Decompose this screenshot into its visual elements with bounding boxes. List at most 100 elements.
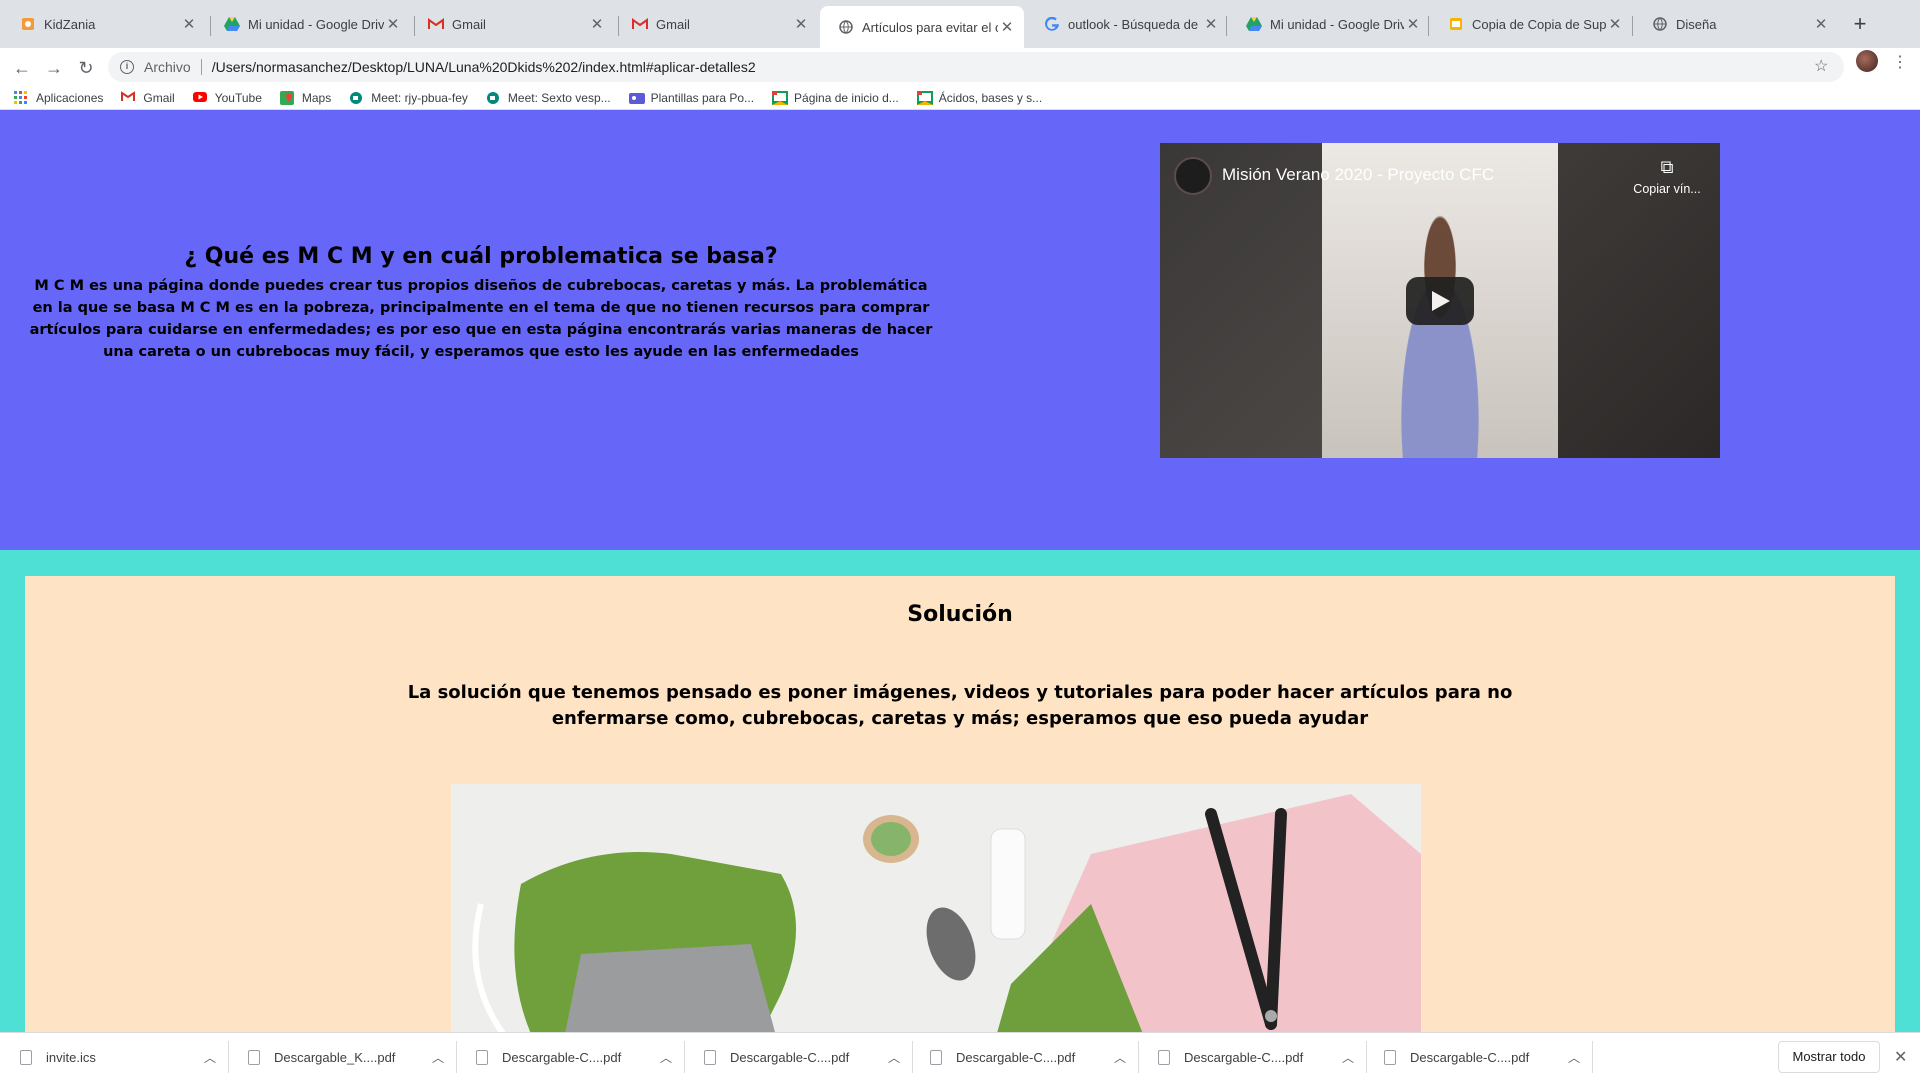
solution-card: Solución La solución que tenemos pensado… [25,576,1895,1032]
close-downloads-icon[interactable]: ✕ [1894,1047,1907,1067]
bookmark-star-icon[interactable]: ☆ [1814,56,1828,76]
chevron-up-icon[interactable]: ︿ [204,1049,216,1066]
close-tab-icon[interactable]: ✕ [1404,15,1422,33]
download-item[interactable]: Descargable-C....pdf ︿ [1384,1033,1580,1081]
channel-avatar[interactable] [1174,157,1212,195]
bookmark-label: Gmail [143,90,175,105]
template-icon [628,91,645,105]
meet-icon [349,91,363,105]
google-drive-icon [1246,16,1262,32]
address-bar[interactable]: i Archivo /Users/normasanchez/Desktop/LU… [108,52,1844,82]
solution-body: La solución que tenemos pensado es poner… [407,682,1513,729]
video-title[interactable]: Misión Verano 2020 - Proyecto CFC [1222,165,1494,185]
bookmark-gmail[interactable]: Gmail [121,90,175,105]
tab-title: Mi unidad - Google Drive [1270,16,1404,32]
globe-icon [838,19,854,35]
new-tab-button[interactable]: + [1846,10,1874,38]
copy-link-label: Copiar vín... [1633,182,1701,196]
tab-title: KidZania [44,16,96,32]
apps-grid-icon [14,90,28,105]
download-item[interactable]: Descargable_K....pdf ︿ [248,1033,444,1081]
tab-outlook-search[interactable]: outlook - Búsqueda de G ✕ [1026,8,1228,40]
page-content: ¿ Qué es M C M y en cuál problematica se… [0,110,1920,1032]
close-tab-icon[interactable]: ✕ [792,15,810,33]
youtube-video-embed[interactable]: Misión Verano 2020 - Proyecto CFC ⧉ Copi… [1160,143,1720,458]
tab-google-drive-2[interactable]: Mi unidad - Google Drive ✕ [1228,8,1430,40]
download-filename: Descargable-C....pdf [956,1049,1076,1065]
tab-title: Gmail [656,16,690,32]
chevron-up-icon[interactable]: ︿ [1568,1049,1580,1066]
tab-kidzania[interactable]: KidZania ✕ [2,8,206,40]
bookmark-meet-2[interactable]: Meet: Sexto vesp... [486,91,611,105]
close-tab-icon[interactable]: ✕ [1606,15,1624,33]
tab-title: Copia de Copia de Supe [1472,16,1606,32]
back-button[interactable]: ← [10,56,34,80]
tab-gmail-2[interactable]: Gmail ✕ [614,8,818,40]
tab-articulos-active[interactable]: Artículos para evitar el c ✕ [820,6,1024,48]
hero-heading: ¿ Qué es M C M y en cuál problematica se… [184,244,778,269]
bookmark-maps[interactable]: Maps [279,90,332,105]
close-tab-icon[interactable]: ✕ [180,15,198,33]
download-item[interactable]: Descargable-C....pdf ︿ [1158,1033,1354,1081]
tab-google-drive-1[interactable]: Mi unidad - Google Drive ✕ [206,8,410,40]
file-icon [476,1049,488,1065]
download-item[interactable]: Descargable-C....pdf ︿ [704,1033,900,1081]
file-icon [1158,1049,1170,1065]
google-icon [1044,16,1060,32]
menu-kebab-icon[interactable]: ⋮ [1892,52,1908,72]
url-text[interactable]: /Users/normasanchez/Desktop/LUNA/Luna%20… [212,59,756,75]
url-scheme-label: Archivo [144,59,191,75]
close-tab-icon[interactable]: ✕ [588,15,606,33]
close-tab-icon[interactable]: ✕ [1202,15,1220,33]
forward-button[interactable]: → [42,56,66,80]
chevron-up-icon[interactable]: ︿ [888,1049,900,1066]
close-tab-icon[interactable]: ✕ [384,15,402,33]
hero-section: ¿ Qué es M C M y en cuál problematica se… [0,110,1920,550]
download-item[interactable]: invite.ics ︿ [20,1033,216,1081]
tab-disena[interactable]: Diseña ✕ [1634,8,1838,40]
chevron-up-icon[interactable]: ︿ [1114,1049,1126,1066]
globe-icon [1652,16,1668,32]
hero-body: M C M es una página donde puedes crear t… [29,278,933,360]
show-all-downloads-button[interactable]: Mostrar todo [1778,1041,1880,1073]
bookmark-plantillas[interactable]: Plantillas para Po... [628,91,754,105]
file-icon [704,1049,716,1065]
bookmark-meet-1[interactable]: Meet: rjy-pbua-fey [349,91,468,105]
maps-icon [279,90,294,105]
bookmark-label: Maps [301,90,332,105]
slides-icon [1448,16,1464,32]
tab-title: Diseña [1676,16,1717,32]
tab-title: Artículos para evitar el c [862,19,998,35]
play-button[interactable] [1406,277,1474,325]
info-icon[interactable]: i [120,60,134,74]
copy-link-button[interactable]: ⧉ Copiar vín... [1622,157,1712,196]
bookmark-youtube[interactable]: YouTube [192,91,262,105]
tab-gmail-1[interactable]: Gmail ✕ [410,8,614,40]
close-tab-icon[interactable]: ✕ [1812,15,1830,33]
classroom-icon [916,90,933,105]
solution-heading: Solución [907,602,1013,627]
bookmark-label: Meet: Sexto vesp... [507,90,611,105]
chevron-up-icon[interactable]: ︿ [1342,1049,1354,1066]
chevron-up-icon[interactable]: ︿ [660,1049,672,1066]
youtube-icon [192,91,207,105]
download-filename: invite.ics [46,1049,96,1065]
meet-icon [486,91,500,105]
download-filename: Descargable-C....pdf [730,1049,850,1065]
close-tab-icon[interactable]: ✕ [998,18,1016,36]
gmail-icon [428,16,444,32]
download-filename: Descargable-C....pdf [1184,1049,1304,1065]
reload-button[interactable]: ↻ [74,56,98,80]
bookmark-acidos[interactable]: Ácidos, bases y s... [916,90,1043,105]
bookmark-label: Ácidos, bases y s... [938,90,1043,105]
profile-avatar[interactable] [1856,50,1878,72]
chevron-up-icon[interactable]: ︿ [432,1049,444,1066]
bookmark-aplicaciones[interactable]: Aplicaciones [14,90,103,105]
tab-slides-copy[interactable]: Copia de Copia de Supe ✕ [1430,8,1632,40]
file-icon [1384,1049,1396,1065]
download-filename: Descargable_K....pdf [274,1049,396,1065]
bookmark-pagina-inicio[interactable]: Página de inicio d... [772,90,899,105]
download-item[interactable]: Descargable-C....pdf ︿ [476,1033,672,1081]
tab-title: Gmail [452,16,486,32]
download-item[interactable]: Descargable-C....pdf ︿ [930,1033,1126,1081]
